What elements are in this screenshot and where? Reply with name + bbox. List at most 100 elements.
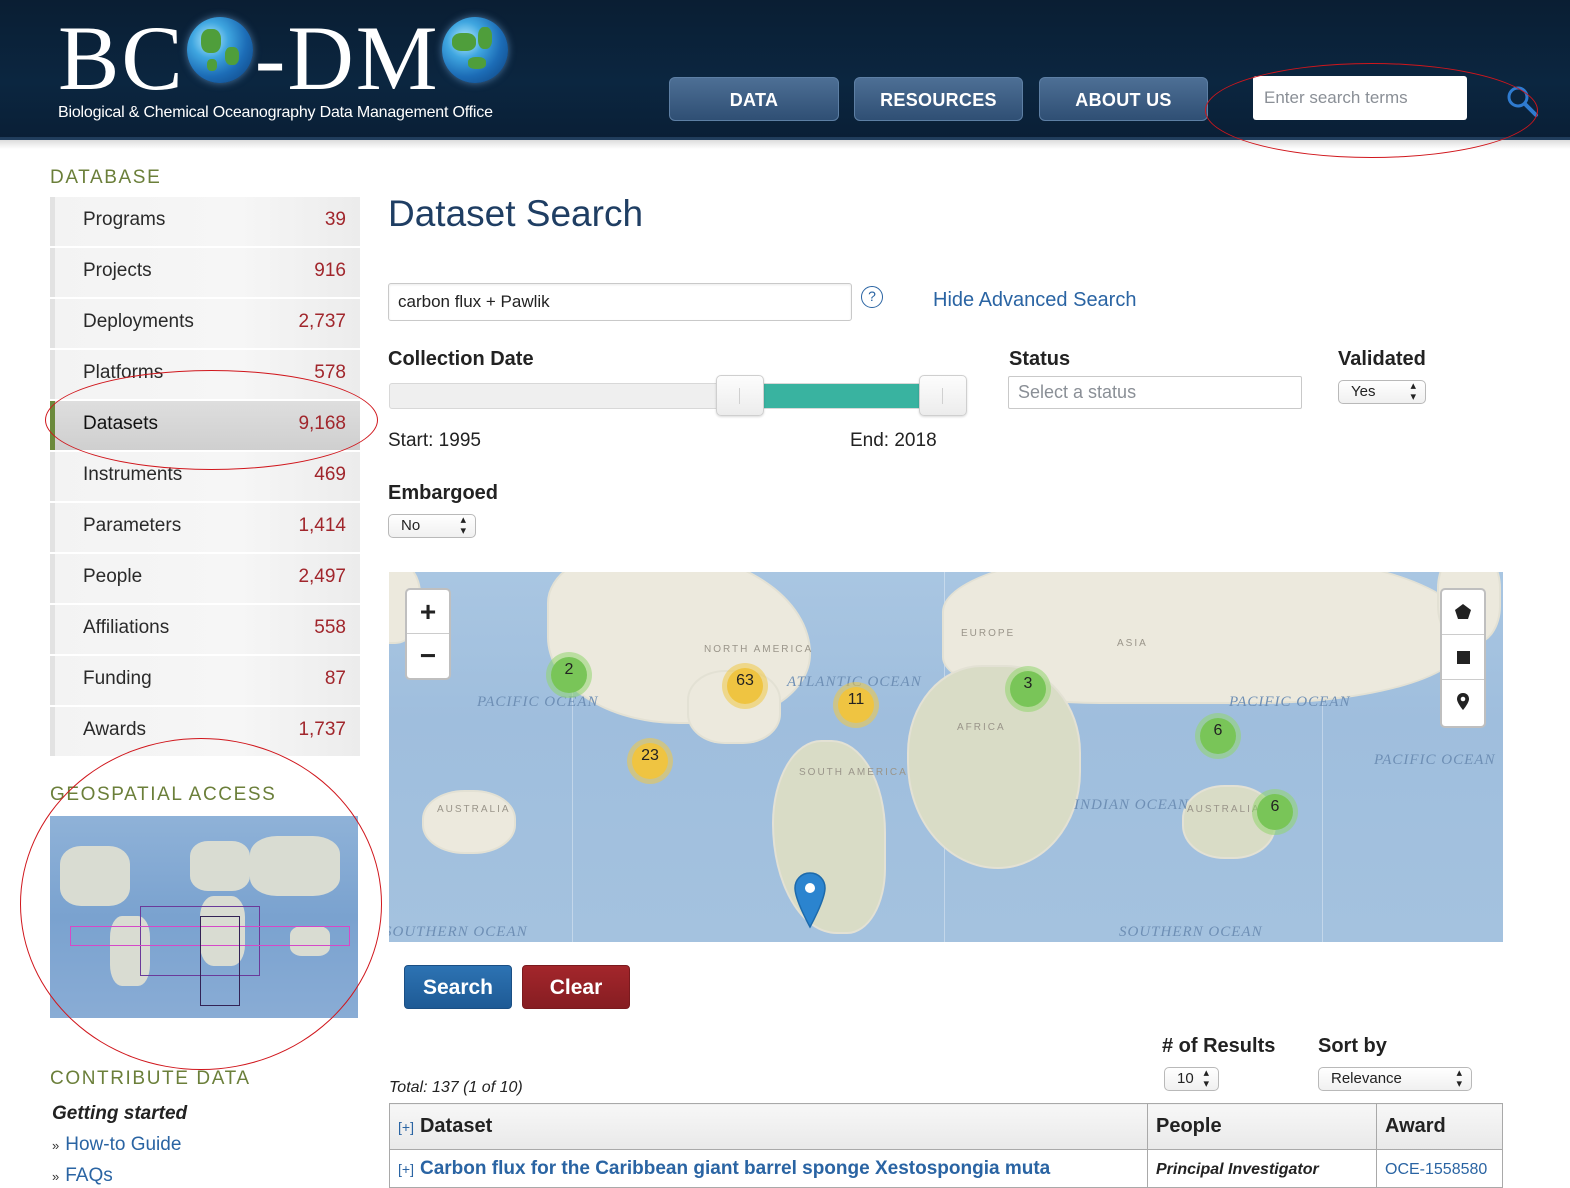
zoom-in-button[interactable]: + bbox=[407, 590, 449, 634]
validated-label: Validated bbox=[1338, 348, 1426, 370]
map-label: AFRICA bbox=[957, 722, 1006, 733]
sidebar-item-datasets[interactable]: Datasets 9,168 bbox=[50, 401, 360, 450]
sidebar-item-label: Programs bbox=[83, 209, 166, 230]
results-count-select[interactable]: 10 ▴ ▾ bbox=[1164, 1067, 1219, 1091]
map-label: EUROPE bbox=[961, 628, 1016, 639]
page-title: Dataset Search bbox=[388, 193, 644, 234]
map-cluster[interactable]: 6 bbox=[1195, 713, 1241, 759]
map-pin-icon[interactable] bbox=[793, 871, 827, 929]
select-arrows-icon: ▴ ▾ bbox=[460, 514, 466, 537]
hide-advanced-search-link[interactable]: Hide Advanced Search bbox=[933, 289, 1136, 312]
map-cluster[interactable]: 6 bbox=[1252, 789, 1298, 835]
select-arrows-icon: ▴ ▾ bbox=[1410, 380, 1416, 403]
sidebar-item-affiliations[interactable]: Affiliations 558 bbox=[50, 605, 360, 654]
clear-button[interactable]: Clear bbox=[522, 965, 630, 1009]
logo-text-bc: BC bbox=[58, 7, 185, 109]
map-label: SOUTH AMERICA bbox=[799, 767, 908, 778]
expand-row-toggle[interactable]: [+] bbox=[398, 1161, 414, 1177]
map-cluster[interactable]: 3 bbox=[1005, 666, 1051, 712]
sidebar-item-awards[interactable]: Awards 1,737 bbox=[50, 707, 360, 756]
expand-all-toggle[interactable]: [+] bbox=[398, 1119, 414, 1135]
table-header-row: [+] Dataset People Award bbox=[389, 1103, 1503, 1150]
search-icon[interactable] bbox=[1505, 84, 1539, 118]
select-arrows-icon: ▴ ▾ bbox=[1203, 1067, 1209, 1090]
results-total: Total: 137 (1 of 10) bbox=[389, 1079, 523, 1096]
results-count-label: # of Results bbox=[1162, 1035, 1276, 1057]
sidebar-item-label: Awards bbox=[83, 719, 147, 740]
sidebar-item-count: 2,737 bbox=[298, 311, 346, 332]
map-cluster[interactable]: 23 bbox=[627, 738, 673, 784]
search-button[interactable]: Search bbox=[404, 965, 512, 1009]
map-label: SOUTHERN OCEAN bbox=[389, 924, 528, 940]
map-cluster[interactable]: 63 bbox=[722, 663, 768, 709]
sidebar-item-funding[interactable]: Funding 87 bbox=[50, 656, 360, 705]
sidebar-item-platforms[interactable]: Platforms 578 bbox=[50, 350, 360, 399]
how-to-guide-link[interactable]: » How-to Guide bbox=[52, 1134, 181, 1156]
rectangle-icon bbox=[1457, 651, 1470, 664]
people-column-header: People bbox=[1147, 1103, 1377, 1150]
database-section-title: DATABASE bbox=[50, 167, 162, 188]
site-header: BC -DM Biological & Chemical Oceanography… bbox=[0, 0, 1570, 149]
sidebar-item-instruments[interactable]: Instruments 469 bbox=[50, 452, 360, 501]
start-date-text: Start: 1995 bbox=[388, 430, 481, 451]
marker-icon bbox=[1457, 693, 1469, 710]
map-cluster[interactable]: 11 bbox=[833, 682, 879, 728]
sort-by-select[interactable]: Relevance ▴ ▾ bbox=[1318, 1067, 1472, 1091]
dataset-column-header[interactable]: [+] Dataset bbox=[389, 1103, 1148, 1150]
sidebar-item-parameters[interactable]: Parameters 1,414 bbox=[50, 503, 360, 552]
sidebar-item-deployments[interactable]: Deployments 2,737 bbox=[50, 299, 360, 348]
map-label: SOUTHERN OCEAN bbox=[1119, 924, 1263, 940]
sidebar-item-count: 9,168 bbox=[298, 413, 346, 434]
sidebar-item-count: 1,737 bbox=[298, 719, 346, 740]
sidebar-item-programs[interactable]: Programs 39 bbox=[50, 197, 360, 246]
sort-by-label: Sort by bbox=[1318, 1035, 1387, 1057]
draw-rectangle-button[interactable] bbox=[1442, 635, 1484, 680]
globe-icon bbox=[441, 17, 508, 83]
map-label: ASIA bbox=[1117, 638, 1148, 649]
award-cell: OCE-1558580 bbox=[1376, 1149, 1503, 1188]
nav-resources[interactable]: RESOURCES bbox=[854, 77, 1023, 121]
sidebar-item-label: Datasets bbox=[83, 413, 158, 434]
sidebar-item-count: 87 bbox=[324, 668, 346, 689]
map-cluster[interactable]: 2 bbox=[546, 652, 592, 698]
award-column-header: Award bbox=[1376, 1103, 1503, 1150]
nav-data[interactable]: DATA bbox=[669, 77, 839, 121]
sidebar-item-people[interactable]: People 2,497 bbox=[50, 554, 360, 603]
sidebar-item-label: Deployments bbox=[83, 311, 194, 332]
zoom-out-button[interactable]: − bbox=[407, 634, 449, 678]
sidebar-item-projects[interactable]: Projects 916 bbox=[50, 248, 360, 297]
geospatial-section-title: GEOSPATIAL ACCESS bbox=[50, 784, 277, 805]
contribute-section-title: CONTRIBUTE DATA bbox=[50, 1068, 251, 1089]
draw-marker-button[interactable] bbox=[1442, 680, 1484, 725]
table-row: [+] Carbon flux for the Caribbean giant b… bbox=[389, 1149, 1503, 1188]
nav-about-us[interactable]: ABOUT US bbox=[1039, 77, 1208, 121]
draw-polygon-button[interactable] bbox=[1442, 590, 1484, 635]
map-draw-toolbar bbox=[1440, 588, 1486, 728]
sidebar-item-label: Funding bbox=[83, 668, 152, 689]
people-cell: Principal Investigator bbox=[1147, 1149, 1377, 1188]
results-table: [+] Dataset People Award [+] Carbon flux f… bbox=[389, 1103, 1503, 1188]
status-label: Status bbox=[1009, 348, 1071, 370]
faqs-link[interactable]: » FAQs bbox=[52, 1165, 113, 1187]
getting-started-heading: Getting started bbox=[52, 1103, 188, 1124]
help-icon[interactable]: ? bbox=[861, 286, 883, 308]
site-logo[interactable]: BC -DM bbox=[58, 12, 510, 104]
collection-date-label: Collection Date bbox=[388, 348, 534, 370]
site-search-input[interactable] bbox=[1253, 76, 1467, 120]
end-date-text: End: 2018 bbox=[850, 430, 937, 451]
slider-start-handle[interactable] bbox=[716, 375, 764, 416]
search-map[interactable]: NORTH AMERICA SOUTH AMERICA EUROPE ASIA … bbox=[389, 572, 1503, 942]
embargoed-select[interactable]: No ▴ ▾ bbox=[388, 514, 476, 538]
sidebar-item-count: 2,497 bbox=[298, 566, 346, 587]
slider-end-handle[interactable] bbox=[919, 375, 967, 416]
dataset-link[interactable]: Carbon flux for the Caribbean giant barr… bbox=[420, 1158, 1050, 1179]
geospatial-map-thumbnail[interactable] bbox=[50, 816, 358, 1018]
globe-icon bbox=[186, 17, 253, 83]
sidebar-item-label: People bbox=[83, 566, 143, 587]
award-link[interactable]: OCE-1558580 bbox=[1385, 1161, 1487, 1178]
sidebar-item-label: Instruments bbox=[83, 464, 183, 485]
validated-select[interactable]: Yes ▴ ▾ bbox=[1338, 380, 1426, 404]
status-select[interactable] bbox=[1008, 376, 1302, 409]
sidebar-item-count: 916 bbox=[314, 260, 346, 281]
dataset-search-input[interactable] bbox=[388, 283, 852, 321]
